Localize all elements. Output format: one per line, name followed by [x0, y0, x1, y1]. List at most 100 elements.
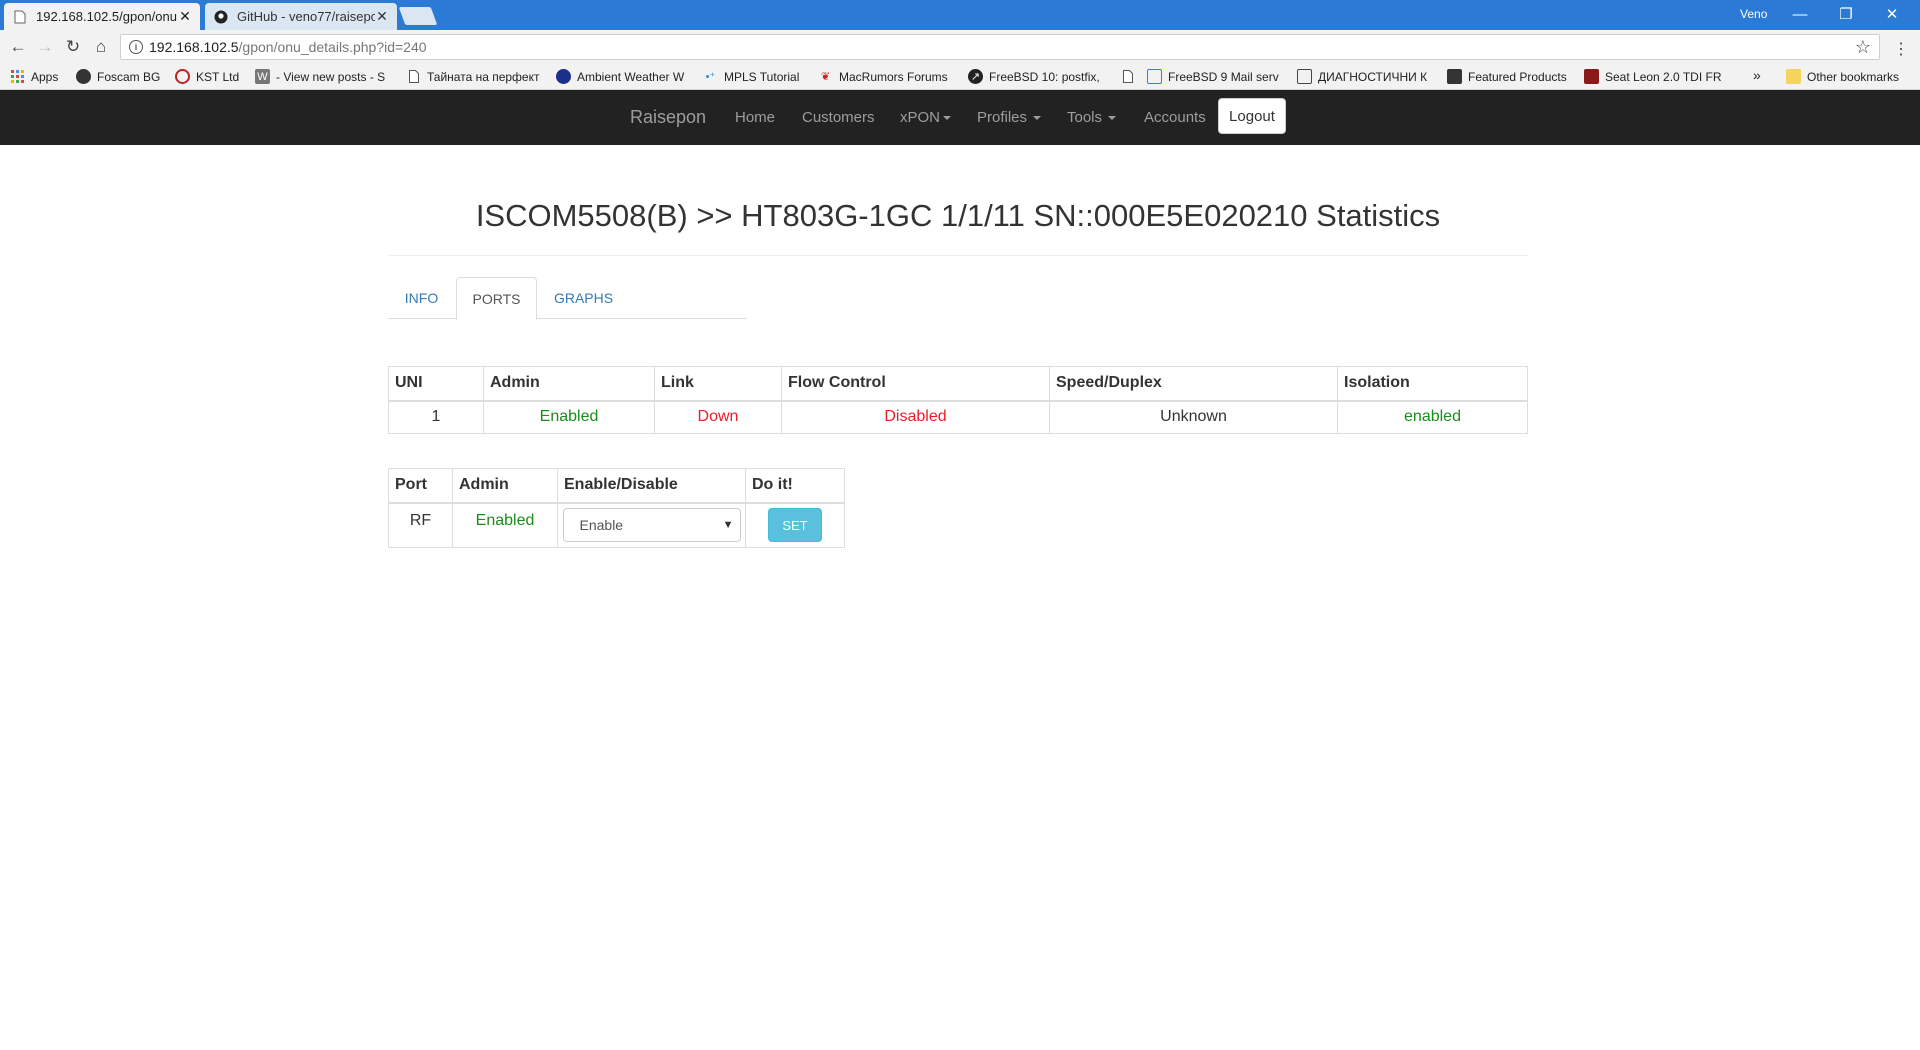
bookmark-label: MPLS Tutorial — [724, 69, 800, 84]
nav-label: Tools — [1067, 109, 1103, 126]
browser-menu-icon[interactable]: ⋮ — [1893, 39, 1909, 59]
title-divider — [388, 255, 1528, 256]
logout-button[interactable]: Logout — [1218, 98, 1286, 134]
product-icon — [1447, 69, 1462, 84]
tab-ports[interactable]: PORTS — [456, 277, 537, 320]
bookmark-label: Apps — [31, 69, 59, 84]
column-header: Do it! — [745, 468, 845, 504]
rf-port-cell: RF — [388, 502, 453, 548]
bookmark-star-icon[interactable]: ☆ — [1855, 37, 1871, 58]
nav-home[interactable]: Home — [735, 109, 775, 126]
bookmark-item[interactable]: ДИАГНОСТИЧНИ К — [1297, 69, 1435, 84]
other-bookmarks[interactable]: Other bookmarks — [1786, 69, 1916, 84]
column-header: UNI — [388, 366, 484, 402]
brand-link[interactable]: Raisepon — [630, 107, 706, 128]
reload-icon[interactable]: ↻ — [61, 35, 85, 59]
nav-accounts[interactable]: Accounts — [1144, 109, 1206, 126]
bookmark-item[interactable]: ↗ FreeBSD 10: postfix, — [968, 69, 1102, 84]
action-cell: SET — [745, 502, 845, 548]
bookmark-item[interactable]: Featured Products — [1447, 69, 1577, 84]
dropdown-arrow-icon: ▼ — [722, 519, 734, 532]
bookmark-apps[interactable]: Apps — [10, 69, 70, 84]
tab-title: GitHub - veno77/raisepo — [237, 9, 375, 24]
url-path: /gpon/onu_details.php?id=240 — [238, 39, 427, 55]
tab-graphs[interactable]: GRAPHS — [539, 277, 628, 319]
freebsd-icon: ↗ — [968, 69, 983, 84]
bookmark-item[interactable]: Тайната на перфект — [406, 69, 542, 84]
page-tabs: INFO PORTS GRAPHS — [388, 277, 747, 320]
minimize-icon[interactable]: — — [1777, 0, 1823, 28]
column-header: Admin — [452, 468, 558, 504]
browser-titlebar: 192.168.102.5/gpon/onu ✕ GitHub - veno77… — [0, 0, 1920, 30]
tab-info[interactable]: INFO — [388, 277, 455, 319]
close-tab-icon[interactable]: ✕ — [375, 8, 389, 25]
mpls-icon: •⁺ — [705, 71, 716, 83]
column-header: Admin — [483, 366, 655, 402]
close-window-icon[interactable]: ✕ — [1869, 0, 1915, 28]
bookmark-item[interactable]: •⁺ MPLS Tutorial — [703, 69, 809, 84]
enable-disable-select[interactable]: Enable ▼ — [562, 508, 741, 543]
bookmark-item[interactable]: ❦ MacRumors Forums — [818, 69, 954, 84]
nav-tools[interactable]: Tools — [1067, 109, 1117, 126]
isolation-status: enabled — [1337, 400, 1528, 434]
bookmark-item[interactable] — [1120, 69, 1138, 84]
macrumors-icon: ❦ — [820, 71, 831, 83]
close-tab-icon[interactable]: ✕ — [178, 8, 192, 25]
nav-profiles[interactable]: Profiles — [977, 109, 1042, 126]
column-header: Enable/Disable — [557, 468, 746, 504]
profile-name[interactable]: Veno — [1740, 7, 1767, 21]
foscam-icon — [76, 69, 91, 84]
browser-tab[interactable]: GitHub - veno77/raisepo ✕ — [205, 3, 397, 30]
back-arrow-icon[interactable]: ← — [6, 35, 30, 59]
info-icon[interactable]: i — [129, 40, 143, 54]
bookmark-label: Ambient Weather W — [577, 69, 685, 84]
bookmark-item[interactable]: FreeBSD 9 Mail serv — [1147, 69, 1287, 84]
bookmark-item[interactable]: Seat Leon 2.0 TDI FR — [1584, 69, 1724, 84]
flow-control-status: Disabled — [781, 400, 1050, 434]
bookmark-label: FreeBSD 9 Mail serv — [1168, 69, 1279, 84]
bookmark-label: Featured Products — [1468, 69, 1567, 84]
page-icon — [406, 69, 421, 84]
bookmarks-overflow-icon[interactable]: » — [1753, 67, 1767, 83]
bookmark-label: FreeBSD 10: postfix, — [989, 69, 1100, 84]
new-tab-button[interactable] — [398, 7, 438, 25]
uni-ports-table: UNI Admin Link Flow Control Speed/Duplex… — [388, 366, 1528, 434]
bookmark-label: Foscam BG — [97, 69, 161, 84]
caret-down-icon — [1108, 116, 1117, 121]
bookmark-item[interactable]: Foscam BG — [76, 69, 168, 84]
bookmark-item[interactable]: KST Ltd — [175, 69, 247, 84]
bookmark-label: KST Ltd — [196, 69, 240, 84]
restore-icon[interactable]: ❐ — [1823, 0, 1869, 28]
forward-arrow-icon[interactable]: → — [33, 35, 57, 59]
nav-xpon[interactable]: xPON — [900, 109, 952, 126]
speed-duplex-status: Unknown — [1049, 400, 1338, 434]
bookmark-item[interactable]: Ambient Weather W — [556, 69, 690, 84]
table-row: RF Enabled Enable ▼ SET — [388, 502, 845, 548]
rf-port-table: Port Admin Enable/Disable Do it! RF Enab… — [388, 468, 845, 548]
folder-icon — [1786, 69, 1801, 84]
column-header: Speed/Duplex — [1049, 366, 1338, 402]
address-bar[interactable]: i 192.168.102.5/gpon/onu_details.php?id=… — [120, 34, 1880, 60]
browser-tab-active[interactable]: 192.168.102.5/gpon/onu ✕ — [4, 3, 200, 30]
bookmark-label: ДИАГНОСТИЧНИ К — [1318, 69, 1428, 84]
set-button[interactable]: SET — [768, 508, 822, 543]
home-icon[interactable]: ⌂ — [89, 35, 113, 59]
bookmark-label: Seat Leon 2.0 TDI FR — [1605, 69, 1722, 84]
admin-status: Enabled — [483, 400, 655, 434]
url-host: 192.168.102.5 — [149, 39, 239, 55]
bookmark-item[interactable]: W - View new posts - S — [255, 69, 393, 84]
nav-customers[interactable]: Customers — [802, 109, 875, 126]
w-icon: W — [255, 69, 270, 84]
kst-icon — [175, 69, 190, 84]
column-header: Isolation — [1337, 366, 1528, 402]
link-status: Down — [654, 400, 782, 434]
apps-grid-icon — [10, 69, 25, 84]
caret-down-icon — [943, 116, 952, 121]
uni-cell: 1 — [388, 400, 484, 434]
select-value: Enable — [579, 517, 624, 534]
nav-label: Profiles — [977, 109, 1028, 126]
column-header: Flow Control — [781, 366, 1050, 402]
app-navbar: Raisepon Home Customers xPON Profiles To… — [0, 90, 1920, 145]
bookmarks-bar: Apps Foscam BG KST Ltd W - View new post… — [0, 64, 1920, 90]
bookmark-label: Тайната на перфект — [427, 69, 540, 84]
